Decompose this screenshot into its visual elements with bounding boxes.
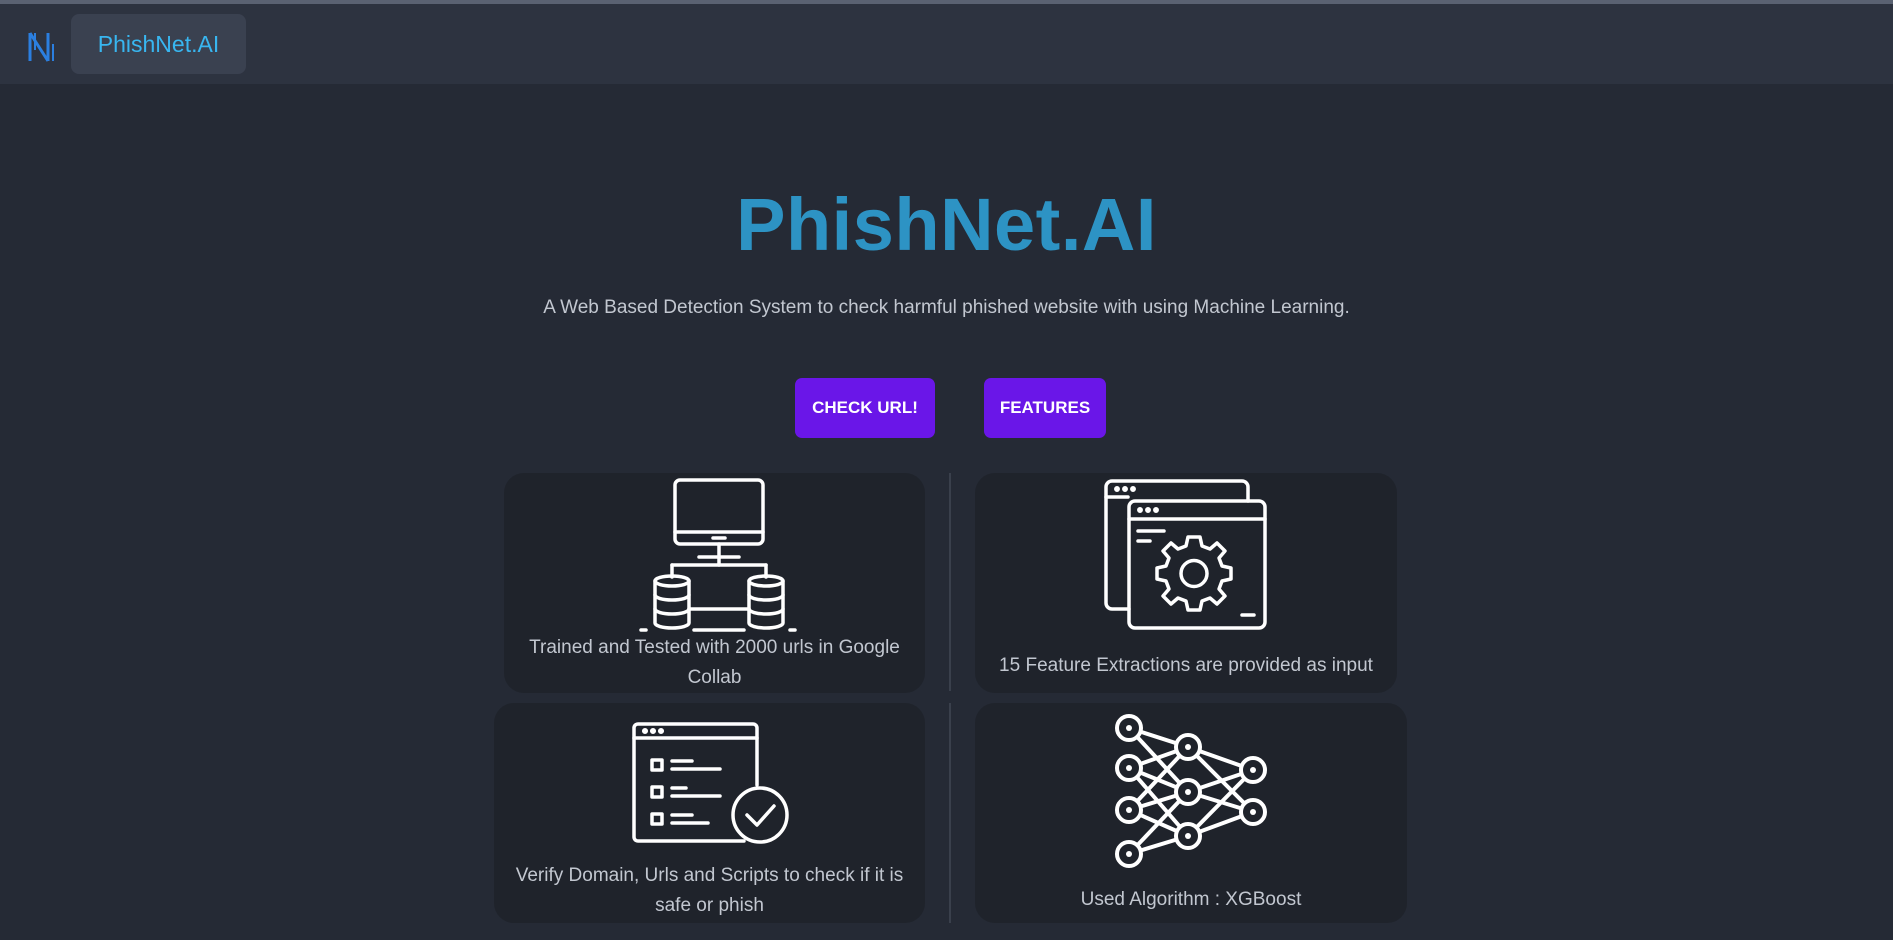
checklist-verify-icon [632, 722, 789, 844]
feature-card-verify: Verify Domain, Urls and Scripts to check… [494, 703, 925, 923]
page-title: PhishNet.AI [736, 183, 1157, 266]
features-button[interactable]: FEATURES [984, 378, 1106, 438]
card-text: 15 Feature Extractions are provided as i… [999, 655, 1373, 676]
card-divider-bottom [949, 703, 951, 923]
feature-card-algorithm: Used Algorithm : XGBoost [975, 703, 1407, 923]
card-text: Verify Domain, Urls and Scripts to check… [515, 865, 904, 916]
check-url-button[interactable]: CHECK URL! [795, 378, 935, 438]
navbar: PhishNet.AI [0, 4, 1893, 84]
brand-link[interactable]: PhishNet.AI [71, 14, 246, 74]
card-divider-top [949, 473, 951, 691]
card-text: Used Algorithm : XGBoost [1080, 889, 1302, 910]
logo-icon[interactable] [26, 30, 56, 64]
window-gear-icon [1104, 479, 1267, 630]
card-text: Trained and Tested with 2000 urls in Goo… [529, 637, 900, 688]
neural-network-icon [1115, 714, 1267, 868]
computer-database-icon [639, 478, 797, 632]
page-subtitle: A Web Based Detection System to check ha… [543, 297, 1350, 318]
feature-card-extraction: 15 Feature Extractions are provided as i… [975, 473, 1397, 693]
feature-card-training: Trained and Tested with 2000 urls in Goo… [504, 473, 925, 693]
